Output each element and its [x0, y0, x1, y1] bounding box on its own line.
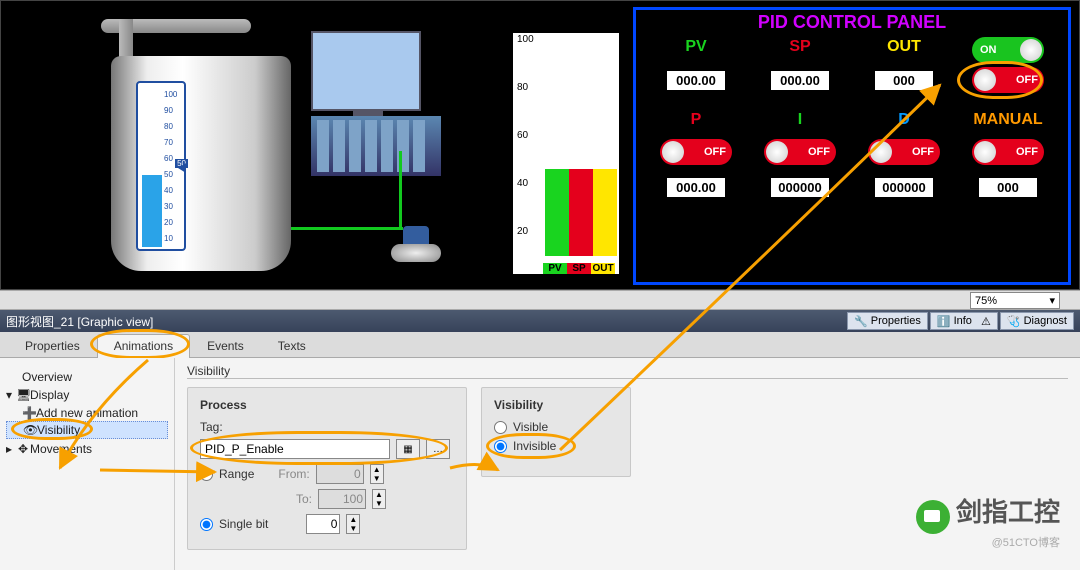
- toggle-manual[interactable]: OFF: [972, 139, 1044, 165]
- bargraph: 10080604020 PV SP OUT: [511, 31, 621, 276]
- diag-icon: 🩺: [1007, 315, 1021, 328]
- info-icon: ℹ️: [937, 315, 951, 328]
- info-button[interactable]: ℹ️Info ⚠: [930, 312, 998, 330]
- value-pv[interactable]: 000.00: [666, 70, 726, 91]
- label-sp: SP: [755, 38, 845, 56]
- label-d: D: [859, 111, 949, 129]
- tag-list-button[interactable]: ▦: [396, 439, 420, 459]
- visibility-legend: Visibility: [494, 398, 618, 412]
- singlebit-label: Single bit: [219, 517, 268, 531]
- from-input: [316, 464, 364, 484]
- tab-events[interactable]: Events: [190, 334, 261, 359]
- diagnostics-button[interactable]: 🩺Diagnost: [1000, 312, 1074, 330]
- tag-browse-button[interactable]: …: [426, 439, 450, 459]
- process-group: Process Tag: ▦ … Range From: ▲▼: [187, 387, 467, 550]
- hmi-preview: 100908070605040302010 50 10080604020 PV …: [0, 0, 1080, 290]
- tab-animations[interactable]: Animations: [97, 334, 190, 359]
- properties-button[interactable]: 🔧Properties: [847, 312, 928, 330]
- bit-spin[interactable]: ▲▼: [346, 514, 360, 534]
- toggle-p[interactable]: OFF: [660, 139, 732, 165]
- toggle-i[interactable]: OFF: [764, 139, 836, 165]
- range-radio[interactable]: [200, 468, 213, 481]
- label-out: OUT: [859, 38, 949, 56]
- toggle-on[interactable]: ON: [972, 37, 1044, 63]
- wechat-icon: [916, 500, 950, 534]
- plc: [311, 116, 441, 176]
- tree-movements[interactable]: Movements: [30, 442, 92, 456]
- invisible-radio[interactable]: [494, 440, 507, 453]
- label-p: P: [651, 111, 741, 129]
- pid-panel: PID CONTROL PANEL PV SP OUT ON 000.00 00…: [633, 7, 1071, 285]
- tree-add-new[interactable]: ➕Add new animation: [6, 405, 168, 421]
- section-title: Visibility: [187, 364, 1068, 379]
- monitor: [311, 31, 421, 111]
- object-title: 图形视图_21 [Graphic view]: [6, 313, 153, 330]
- zoom-select[interactable]: 75%▾: [970, 292, 1060, 309]
- valve: [381, 226, 451, 271]
- visible-radio[interactable]: [494, 421, 507, 434]
- value-p[interactable]: 000.00: [666, 177, 726, 198]
- value-i[interactable]: 000000: [770, 177, 830, 198]
- visibility-group: Visibility Visible Invisible: [481, 387, 631, 477]
- to-label: To:: [296, 492, 312, 506]
- object-header: 图形视图_21 [Graphic view] 🔧Properties ℹ️Inf…: [0, 310, 1080, 332]
- value-out[interactable]: 000: [874, 70, 934, 91]
- label-pv: PV: [651, 38, 741, 56]
- wire: [399, 151, 402, 229]
- to-input: [318, 489, 366, 509]
- inspector-tabs: Properties Animations Events Texts: [0, 332, 1080, 358]
- display-icon: 🖥: [16, 388, 30, 402]
- add-icon: ➕: [22, 406, 36, 420]
- label-manual: MANUAL: [963, 111, 1053, 129]
- move-icon: ✥: [16, 442, 30, 456]
- from-spin: ▲▼: [370, 464, 384, 484]
- value-sp[interactable]: 000.00: [770, 70, 830, 91]
- value-d[interactable]: 000000: [874, 177, 934, 198]
- invisible-label: Invisible: [513, 439, 556, 453]
- animation-tree: Overview ▾🖥Display ➕Add new animation 👁V…: [0, 358, 175, 570]
- tree-overview[interactable]: Overview: [6, 369, 168, 385]
- toggle-d[interactable]: OFF: [868, 139, 940, 165]
- level-gauge: 100908070605040302010 50: [136, 81, 186, 251]
- singlebit-radio[interactable]: [200, 518, 213, 531]
- pid-title: PID CONTROL PANEL: [636, 10, 1068, 35]
- value-manual[interactable]: 000: [978, 177, 1038, 198]
- tree-visibility[interactable]: 👁Visibility: [6, 421, 168, 439]
- label-i: I: [755, 111, 845, 129]
- process-legend: Process: [200, 398, 454, 412]
- bit-input[interactable]: [306, 514, 340, 534]
- tag-label: Tag:: [200, 420, 223, 434]
- tab-properties[interactable]: Properties: [8, 334, 97, 359]
- range-label: Range: [219, 467, 254, 481]
- toggle-off-main[interactable]: OFF: [972, 67, 1044, 93]
- wrench-icon: 🔧: [854, 315, 868, 328]
- tab-texts[interactable]: Texts: [261, 334, 323, 359]
- tree-display[interactable]: Display: [30, 388, 69, 402]
- watermark: 剑指工控 @51CTO博客: [916, 492, 1060, 550]
- zoom-bar: 75%▾: [0, 290, 1080, 310]
- warn-icon: ⚠: [981, 315, 991, 328]
- from-label: From:: [278, 467, 309, 481]
- eye-icon: 👁: [23, 423, 37, 437]
- tag-input[interactable]: [200, 439, 390, 459]
- visible-label: Visible: [513, 420, 548, 434]
- chevron-down-icon: ▾: [1049, 294, 1055, 307]
- to-spin: ▲▼: [372, 489, 386, 509]
